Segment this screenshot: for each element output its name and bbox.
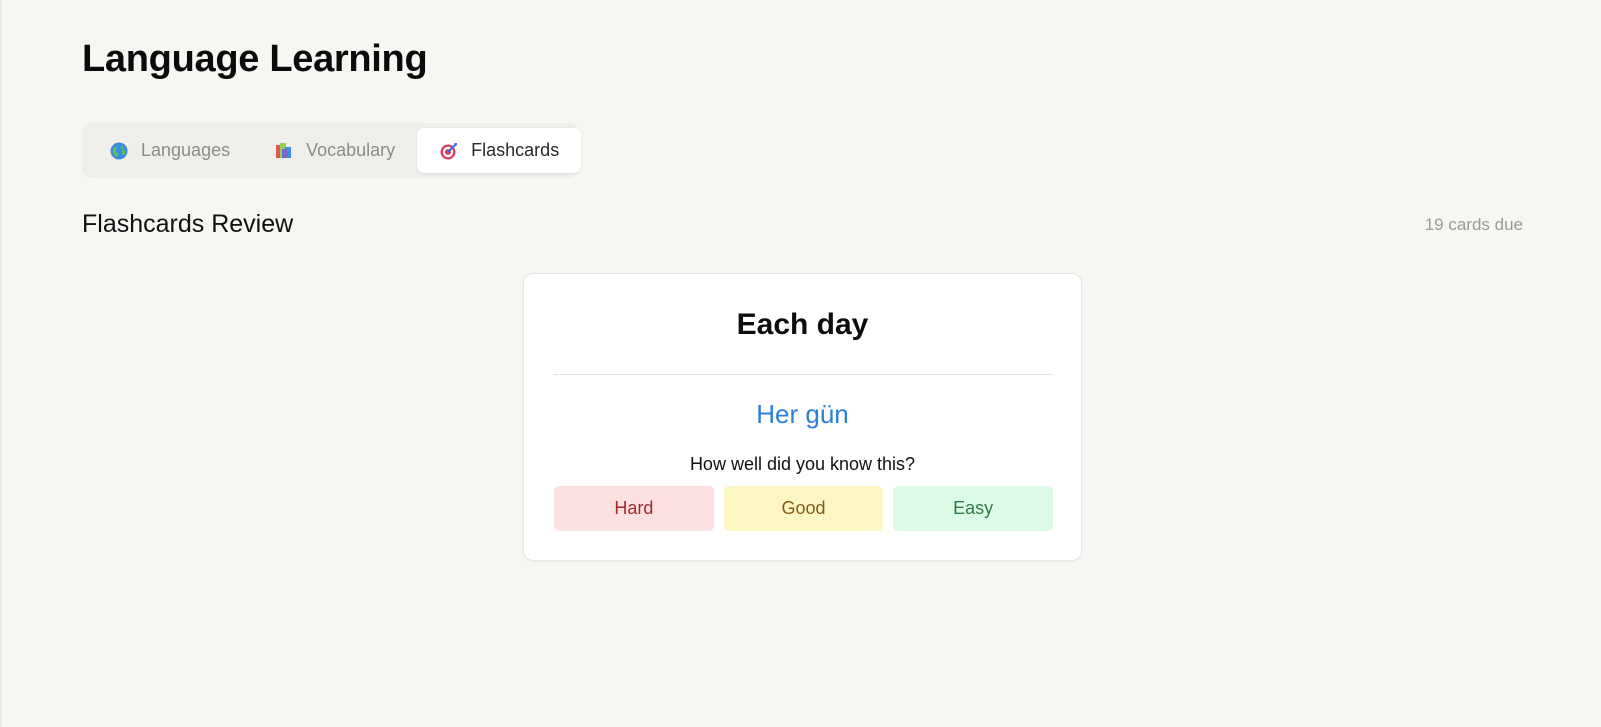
tab-vocabulary[interactable]: Vocabulary bbox=[252, 128, 417, 173]
review-header: Flashcards Review 19 cards due bbox=[82, 210, 1523, 239]
tab-languages[interactable]: Languages bbox=[87, 128, 252, 173]
good-button[interactable]: Good bbox=[723, 486, 884, 531]
tab-flashcards-label: Flashcards bbox=[471, 140, 560, 160]
globe-icon bbox=[109, 141, 129, 161]
tab-bar: Languages Vocabulary Flashcards bbox=[82, 123, 582, 178]
card-front-text: Each day bbox=[736, 308, 869, 341]
page-title: Language Learning bbox=[82, 38, 428, 80]
section-title: Flashcards Review bbox=[82, 210, 294, 238]
easy-button[interactable]: Easy bbox=[893, 486, 1054, 531]
tab-vocabulary-label: Vocabulary bbox=[306, 140, 396, 160]
tab-languages-label: Languages bbox=[141, 140, 231, 160]
card-back-text: Her gün bbox=[756, 399, 849, 429]
card-divider bbox=[554, 374, 1053, 375]
target-icon bbox=[439, 141, 459, 161]
rating-buttons: Hard Good Easy bbox=[554, 486, 1054, 531]
hard-button[interactable]: Hard bbox=[554, 486, 714, 531]
cards-due-count: 19 cards due bbox=[1424, 214, 1523, 234]
books-icon bbox=[274, 141, 294, 161]
flashcard: Each day Her gün How well did you know t… bbox=[523, 273, 1082, 561]
window-left-border bbox=[0, 0, 2, 727]
tab-flashcards[interactable]: Flashcards bbox=[417, 128, 582, 173]
rating-prompt: How well did you know this? bbox=[689, 454, 916, 474]
